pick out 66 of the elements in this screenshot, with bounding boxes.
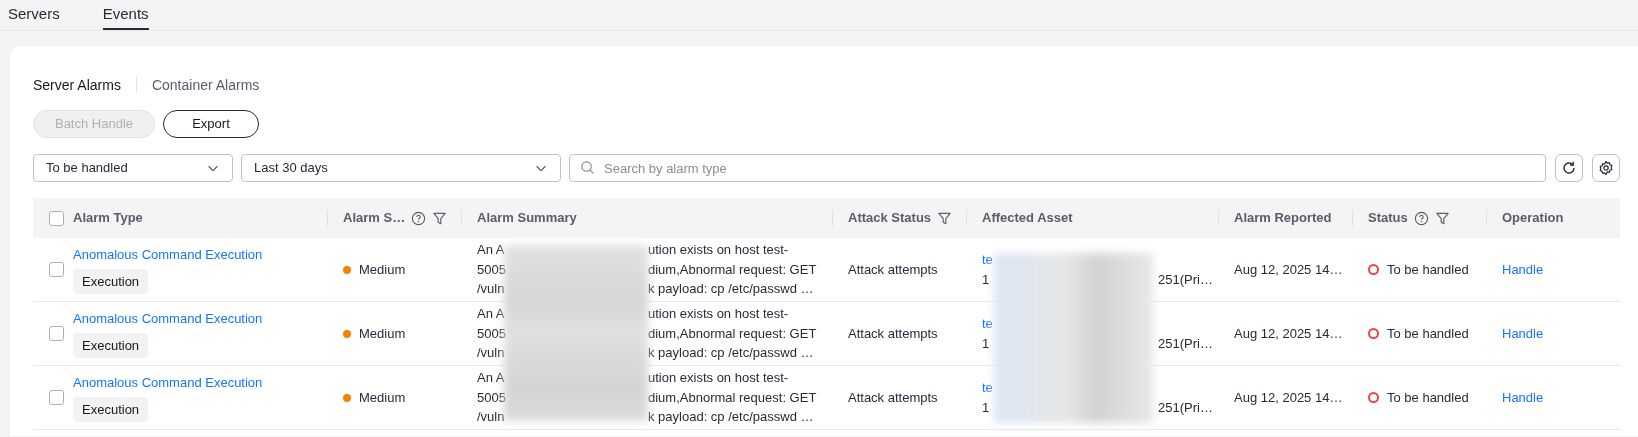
severity-text: Medium — [359, 324, 406, 343]
severity-text: Medium — [359, 388, 406, 407]
category-tag: Execution — [73, 396, 149, 422]
summary-text: dium,Abnormal request: GET — [648, 260, 818, 279]
select-all-checkbox[interactable] — [49, 210, 64, 226]
alarm-type-link[interactable]: Anomalous Command Execution — [73, 245, 327, 265]
row-checkbox[interactable] — [49, 390, 64, 405]
column-header: Alarm S… — [343, 209, 406, 228]
search-field[interactable]: Search by alarm type — [569, 154, 1546, 182]
settings-icon — [1598, 160, 1614, 176]
column-header: Alarm Summary — [477, 209, 577, 228]
alarm-type-link[interactable]: Anomalous Command Execution — [73, 373, 327, 393]
asset-link[interactable]: te — [982, 249, 996, 270]
row-checkbox[interactable] — [49, 326, 64, 341]
status-dropdown[interactable]: To be handled — [33, 154, 233, 182]
reported-time: Aug 12, 2025 14… — [1234, 325, 1343, 341]
page-tab[interactable]: Events — [102, 0, 149, 30]
summary-text: /vuln — [477, 408, 502, 427]
asset-text: 1 — [982, 270, 991, 289]
export-button[interactable]: Export — [163, 110, 259, 138]
severity-text: Medium — [359, 260, 406, 279]
attack-status-text: Attack attempts — [848, 261, 938, 277]
handle-link[interactable]: Handle — [1502, 325, 1544, 341]
status-text: To be handled — [1387, 388, 1469, 407]
asset-text: 251(Pri… — [1158, 398, 1214, 417]
summary-text: /vuln — [477, 280, 502, 299]
column-header: Alarm Reported — [1234, 209, 1332, 228]
asset-text: 251(Pri… — [1158, 334, 1214, 353]
summary-text: k payload: cp /etc/passwd … — [648, 408, 815, 427]
column-header: Alarm Type — [73, 209, 143, 228]
asset-text: 1 — [982, 334, 991, 353]
category-tag: Execution — [73, 332, 149, 358]
asset-text: 1 — [982, 398, 991, 417]
refresh-button[interactable] — [1555, 154, 1583, 182]
attack-status-text: Attack attempts — [848, 389, 938, 405]
row-checkbox[interactable] — [49, 262, 64, 277]
summary-text: ution exists on host test- — [648, 305, 790, 324]
column-header: Affected Asset — [982, 209, 1073, 228]
status-text: To be handled — [1387, 324, 1469, 343]
page-tab[interactable]: Servers — [8, 0, 60, 30]
summary-text: ution exists on host test- — [648, 241, 790, 260]
asset-link[interactable]: te — [982, 313, 996, 334]
reported-time: Aug 12, 2025 14… — [1234, 261, 1343, 277]
summary-text: k payload: cp /etc/passwd … — [648, 280, 815, 299]
column-header: Status — [1368, 209, 1408, 228]
category-tag: Execution — [73, 268, 149, 294]
summary-text: ution exists on host test- — [648, 369, 790, 388]
alarm-tab[interactable]: Server Alarms — [33, 74, 121, 96]
summary-text: /vuln — [477, 344, 502, 363]
handle-link[interactable]: Handle — [1502, 261, 1544, 277]
alarm-type-link[interactable]: Anomalous Command Execution — [73, 309, 327, 329]
column-header: Attack Status — [848, 209, 932, 228]
summary-text: dium,Abnormal request: GET — [648, 324, 818, 343]
attack-status-text: Attack attempts — [848, 325, 938, 341]
handle-link[interactable]: Handle — [1502, 389, 1544, 405]
summary-text: dium,Abnormal request: GET — [648, 388, 818, 407]
status-text: To be handled — [1387, 260, 1469, 279]
asset-link[interactable]: te — [982, 377, 996, 398]
reported-time: Aug 12, 2025 14… — [1234, 389, 1343, 405]
period-dropdown[interactable]: Last 30 days — [241, 154, 561, 182]
summary-text: k payload: cp /etc/passwd … — [648, 344, 815, 363]
asset-text: 251(Pri… — [1158, 270, 1214, 289]
column-header: Operation — [1502, 209, 1564, 228]
settings-button[interactable] — [1592, 154, 1620, 182]
alarm-tab[interactable]: Container Alarms — [151, 74, 260, 96]
refresh-icon — [1561, 160, 1577, 176]
